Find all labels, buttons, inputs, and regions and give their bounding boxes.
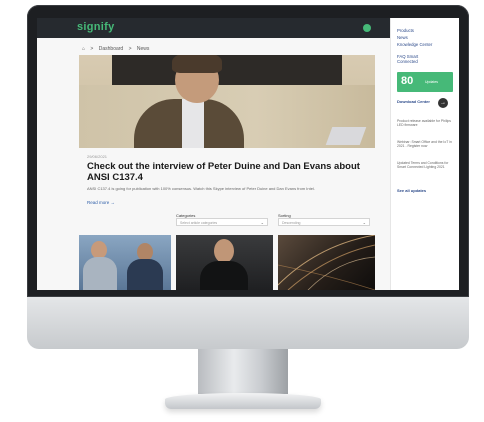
sorting-select[interactable]: Descending ⌄ [278, 218, 370, 226]
breadcrumb-news: News [136, 46, 150, 52]
article-hero-image [79, 55, 375, 148]
updates-count: 80 [401, 75, 414, 87]
arrow-right-icon[interactable]: → [438, 98, 448, 108]
user-avatar-icon[interactable] [363, 24, 371, 32]
monitor: signify ⌂ > Dashboard > News 29/06/2021 [27, 5, 469, 349]
monitor-bezel: signify ⌂ > Dashboard > News 29/06/2021 [27, 5, 469, 297]
news-card-thumbnail[interactable] [278, 235, 375, 290]
signify-logo[interactable]: signify [77, 21, 115, 33]
article-headline: Check out the interview of Peter Duine a… [87, 161, 360, 183]
sorting-value: Descending [282, 221, 301, 225]
chevron-down-icon: ⌄ [362, 220, 366, 225]
news-card-thumbnail[interactable] [176, 235, 273, 290]
categories-select[interactable]: Select article categories ⌄ [176, 218, 268, 226]
categories-placeholder: Select article categories [180, 221, 218, 225]
breadcrumb-dashboard[interactable]: Dashboard [99, 46, 123, 52]
read-more-link[interactable]: Read more → [87, 200, 115, 205]
breadcrumb-separator: > [128, 46, 132, 52]
download-center-link[interactable]: Download Center [397, 99, 432, 104]
nav-products[interactable]: Products [397, 28, 414, 33]
right-sidebar: Products News Knowledge Center FAQ Smart… [390, 18, 459, 290]
monitor-chin [27, 297, 469, 349]
monitor-stand-base [165, 393, 321, 409]
updates-score-badge[interactable]: 80 Updates [397, 72, 453, 92]
see-all-updates-link[interactable]: See all updates [397, 188, 426, 193]
sidebar-news-item[interactable]: Webinar: Smart Office and the IoT in 202… [397, 140, 453, 148]
home-icon[interactable]: ⌂ [82, 46, 85, 52]
monitor-stand-neck [198, 349, 288, 394]
sidebar-news-item[interactable]: Product release available for Philips LE… [397, 119, 453, 127]
nav-knowledge-center[interactable]: Knowledge Center [397, 42, 437, 47]
breadcrumb: ⌂ > Dashboard > News [82, 46, 153, 52]
sidebar-news-item[interactable]: Updated Terms and Conditions for Smart C… [397, 161, 453, 169]
breadcrumb-separator: > [90, 46, 94, 52]
nav-faq-smart-connected[interactable]: FAQ Smart Connected [397, 54, 437, 64]
article-date: 29/06/2021 [87, 154, 108, 159]
article-summary: ANSI C137.4 is going for publication wit… [87, 186, 315, 191]
light-streaks-image [278, 235, 375, 290]
nav-news[interactable]: News [397, 35, 408, 40]
screen: signify ⌂ > Dashboard > News 29/06/2021 [37, 18, 459, 290]
updates-label: Updates [425, 80, 439, 84]
chevron-down-icon: ⌄ [260, 220, 264, 225]
news-card-thumbnail[interactable] [79, 235, 171, 290]
